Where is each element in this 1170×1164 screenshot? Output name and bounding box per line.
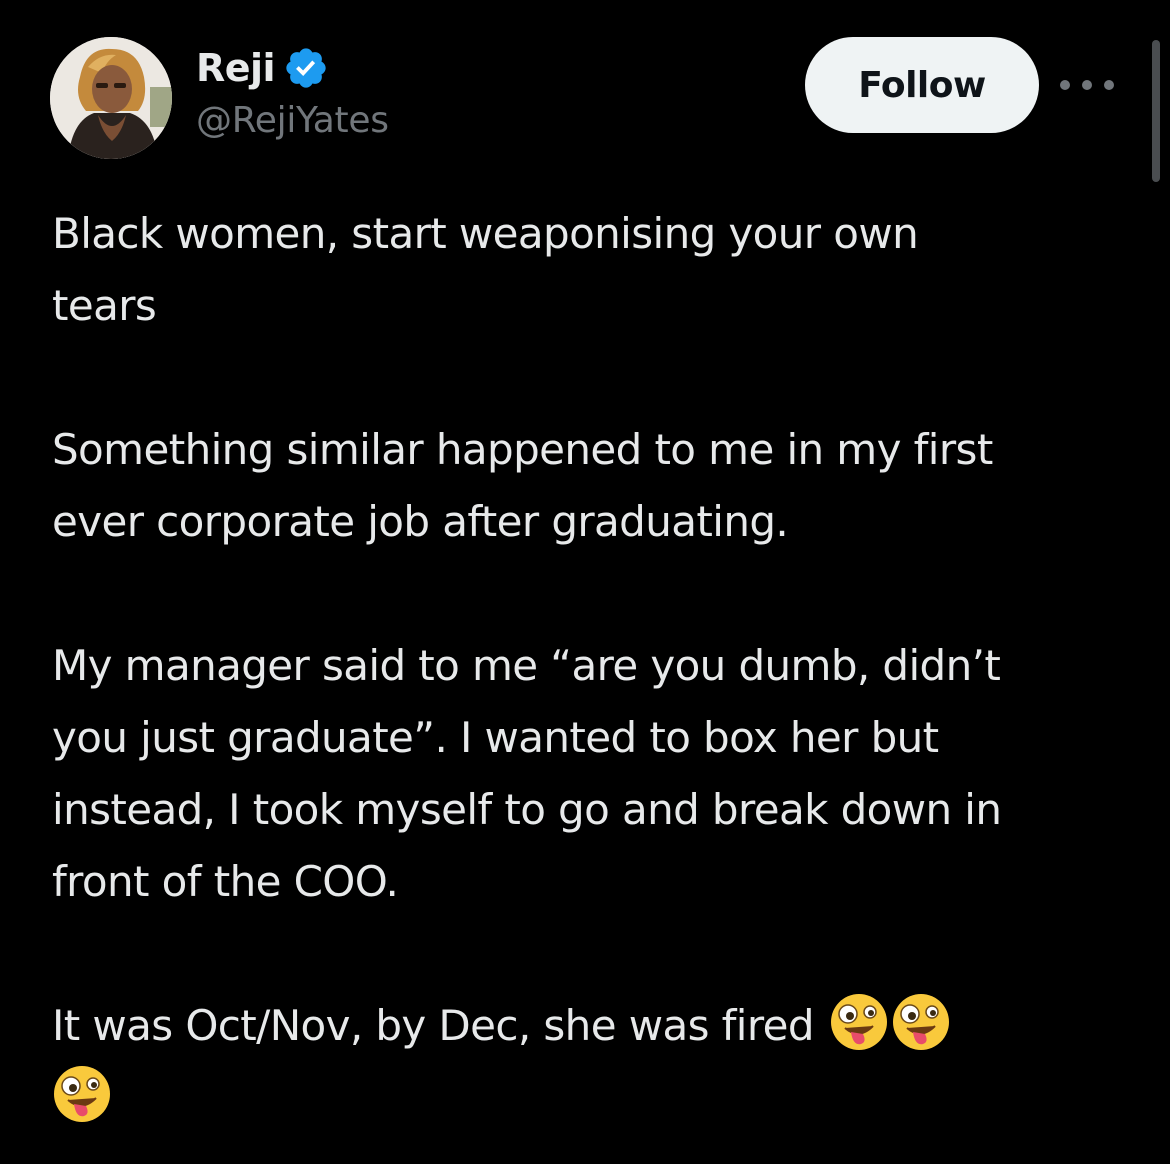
more-dot [1082,80,1092,90]
tweet-card: Reji @RejiYates Follow Black women, star… [0,0,1170,1164]
zany-face-icon [891,992,951,1052]
more-dot [1060,80,1070,90]
display-name[interactable]: Reji [196,46,276,90]
tweet-paragraph-4-text: It was Oct/Nov, by Dec, she was fired [52,1001,827,1050]
tweet-text: Black women, start weaponising your own … [52,198,1142,1134]
author-name-row: Reji [196,42,329,94]
tweet-paragraph-4: It was Oct/Nov, by Dec, she was fired [52,990,1142,1134]
zany-face-icon [52,1064,112,1124]
tweet-paragraph-1: Black women, start weaponising your own … [52,209,919,330]
avatar[interactable] [50,37,172,159]
more-horizontal-icon[interactable] [1060,70,1114,100]
more-dot [1104,80,1114,90]
tweet-paragraph-3: My manager said to me “are you dumb, did… [52,641,1002,906]
scrollbar[interactable] [1152,40,1160,182]
follow-button[interactable]: Follow [805,37,1039,133]
avatar-photo [50,37,172,159]
author-handle[interactable]: @RejiYates [196,100,389,141]
tweet-paragraph-2: Something similar happened to me in my f… [52,425,993,546]
zany-face-icon [829,992,889,1052]
verified-badge-icon [283,45,329,91]
